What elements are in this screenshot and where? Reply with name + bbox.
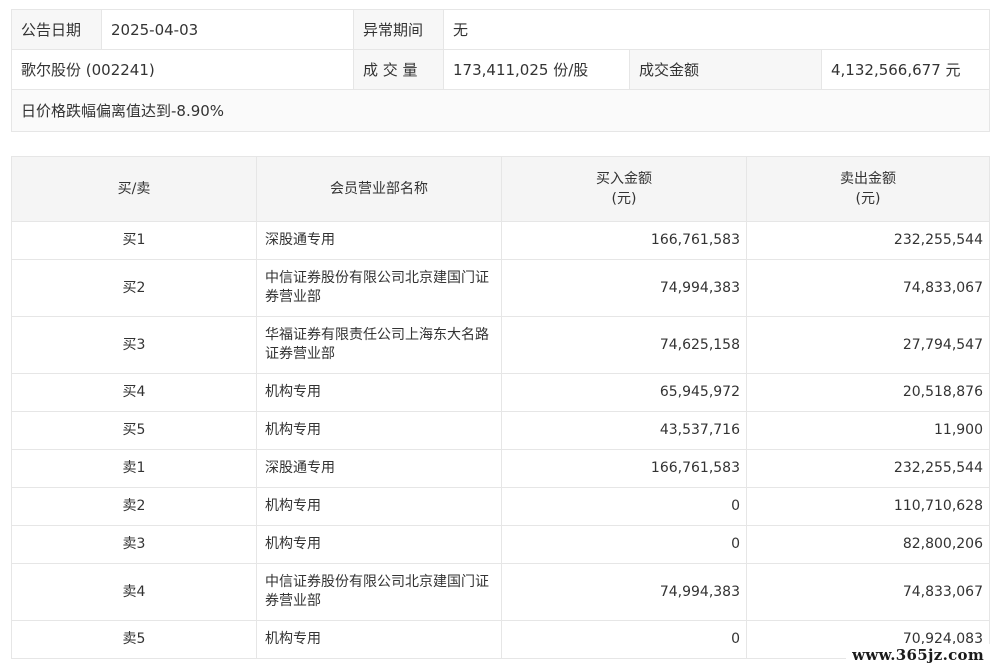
row-sell-amount: 74,833,067: [746, 259, 990, 317]
row-sell-amount: 232,255,544: [746, 449, 990, 488]
row-side: 卖4: [11, 563, 257, 621]
row-dept: 机构专用: [256, 487, 502, 526]
table-row: 卖2 机构专用 0 110,710,628: [11, 487, 990, 526]
table-row: 卖3 机构专用 0 82,800,206: [11, 525, 990, 564]
site-watermark: www.365jz.com: [846, 644, 990, 666]
table-row: 买2 中信证券股份有限公司北京建国门证券营业部 74,994,383 74,83…: [11, 259, 990, 317]
row-buy-amount: 166,761,583: [501, 449, 747, 488]
row-dept: 机构专用: [256, 373, 502, 412]
row-dept: 深股通专用: [256, 449, 502, 488]
row-sell-amount: 232,255,544: [746, 221, 990, 260]
table-row: 卖1 深股通专用 166,761,583 232,255,544: [11, 449, 990, 488]
info-row-date: 公告日期 2025-04-03 异常期间 无: [11, 9, 991, 50]
row-dept: 深股通专用: [256, 221, 502, 260]
row-buy-amount: 74,994,383: [501, 259, 747, 317]
row-side: 买1: [11, 221, 257, 260]
row-sell-amount: 82,800,206: [746, 525, 990, 564]
row-buy-amount: 74,625,158: [501, 316, 747, 374]
row-side: 买3: [11, 316, 257, 374]
row-sell-amount: 27,794,547: [746, 316, 990, 374]
volume-label: 成 交 量: [353, 49, 444, 90]
row-side: 买2: [11, 259, 257, 317]
row-sell-amount: 20,518,876: [746, 373, 990, 412]
row-side: 买4: [11, 373, 257, 412]
table-row: 买3 华福证券有限责任公司上海东大名路证券营业部 74,625,158 27,7…: [11, 316, 990, 374]
announce-date-value: 2025-04-03: [101, 9, 354, 50]
abnormal-period-value: 无: [442, 9, 991, 50]
turnover-label: 成交金额: [629, 49, 822, 90]
table-row: 卖4 中信证券股份有限公司北京建国门证券营业部 74,994,383 74,83…: [11, 563, 990, 621]
row-dept: 华福证券有限责任公司上海东大名路证券营业部: [256, 316, 502, 374]
table-header: 买/卖 会员营业部名称 买入金额 (元) 卖出金额 (元): [11, 156, 990, 222]
row-buy-amount: 0: [501, 525, 747, 564]
row-buy-amount: 74,994,383: [501, 563, 747, 621]
table-row: 买4 机构专用 65,945,972 20,518,876: [11, 373, 990, 412]
header-sell-line1: 卖出金额: [840, 171, 896, 187]
header-buy-line2: (元): [611, 191, 637, 207]
header-side: 买/卖: [11, 156, 257, 222]
info-row-trade: 歌尔股份 (002241) 成 交 量 173,411,025 份/股 成交金额…: [11, 49, 991, 90]
row-side: 卖5: [11, 620, 257, 659]
row-side: 卖2: [11, 487, 257, 526]
stock-info-table: 公告日期 2025-04-03 异常期间 无 歌尔股份 (002241) 成 交…: [10, 9, 991, 132]
announce-date-label: 公告日期: [11, 9, 102, 50]
abnormal-period-label: 异常期间: [353, 9, 444, 50]
trading-seats-table: 买/卖 会员营业部名称 买入金额 (元) 卖出金额 (元) 买1 深股通专用 1…: [11, 156, 990, 659]
row-dept: 中信证券股份有限公司北京建国门证券营业部: [256, 563, 502, 621]
table-row: 卖5 机构专用 0 70,924,083: [11, 620, 990, 659]
header-sell-line2: (元): [855, 191, 881, 207]
row-sell-amount: 110,710,628: [746, 487, 990, 526]
table-row: 买5 机构专用 43,537,716 11,900: [11, 411, 990, 450]
row-buy-amount: 65,945,972: [501, 373, 747, 412]
row-sell-amount: 11,900: [746, 411, 990, 450]
volume-value: 173,411,025 份/股: [443, 49, 630, 90]
row-dept: 机构专用: [256, 525, 502, 564]
row-side: 卖3: [11, 525, 257, 564]
row-buy-amount: 0: [501, 620, 747, 659]
header-sell: 卖出金额 (元): [746, 156, 990, 222]
turnover-value: 4,132,566,677 元: [820, 49, 991, 90]
stock-name: 歌尔股份 (002241): [11, 49, 354, 90]
header-buy: 买入金额 (元): [501, 156, 747, 222]
row-dept: 机构专用: [256, 411, 502, 450]
row-buy-amount: 43,537,716: [501, 411, 747, 450]
header-buy-line1: 买入金额: [596, 171, 652, 187]
header-dept: 会员营业部名称: [256, 156, 502, 222]
row-buy-amount: 0: [501, 487, 747, 526]
table-row: 买1 深股通专用 166,761,583 232,255,544: [11, 221, 990, 260]
row-side: 买5: [11, 411, 257, 450]
row-buy-amount: 166,761,583: [501, 221, 747, 260]
row-dept: 机构专用: [256, 620, 502, 659]
row-dept: 中信证券股份有限公司北京建国门证券营业部: [256, 259, 502, 317]
row-sell-amount: 74,833,067: [746, 563, 990, 621]
row-side: 卖1: [11, 449, 257, 488]
info-row-reason: 日价格跌幅偏离值达到-8.90%: [10, 89, 991, 132]
abnormal-reason: 日价格跌幅偏离值达到-8.90%: [10, 89, 991, 132]
